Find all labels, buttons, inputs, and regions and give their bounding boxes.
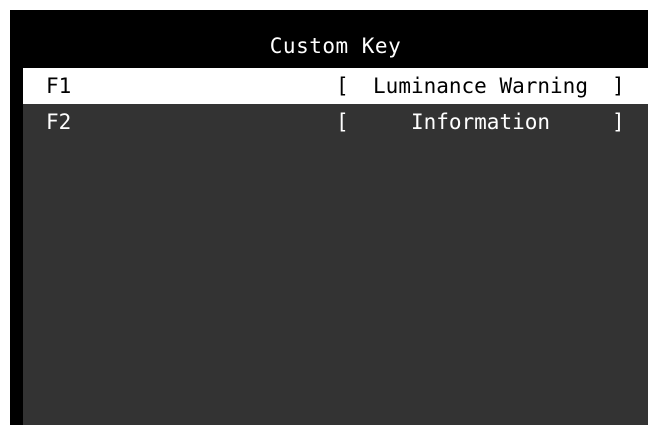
menu-item-f2[interactable]: F2 [ Information ] [23, 104, 648, 140]
menu-item-key: F2 [46, 110, 72, 134]
bracket-open: [ [336, 74, 349, 98]
menu-item-f1[interactable]: F1 [ Luminance Warning ] [23, 68, 648, 104]
menu-title: Custom Key [23, 24, 648, 68]
bracket-close: ] [612, 74, 625, 98]
menu-item-value: Information [410, 110, 551, 134]
osd-frame: Custom Key F1 [ Luminance Warning ] F2 [… [10, 10, 648, 425]
menu-item-value: Luminance Warning [373, 74, 588, 98]
osd-menu-panel: Custom Key F1 [ Luminance Warning ] F2 [… [23, 24, 648, 425]
bracket-open: [ [336, 110, 349, 134]
bracket-close: ] [612, 110, 625, 134]
menu-item-key: F1 [46, 74, 72, 98]
